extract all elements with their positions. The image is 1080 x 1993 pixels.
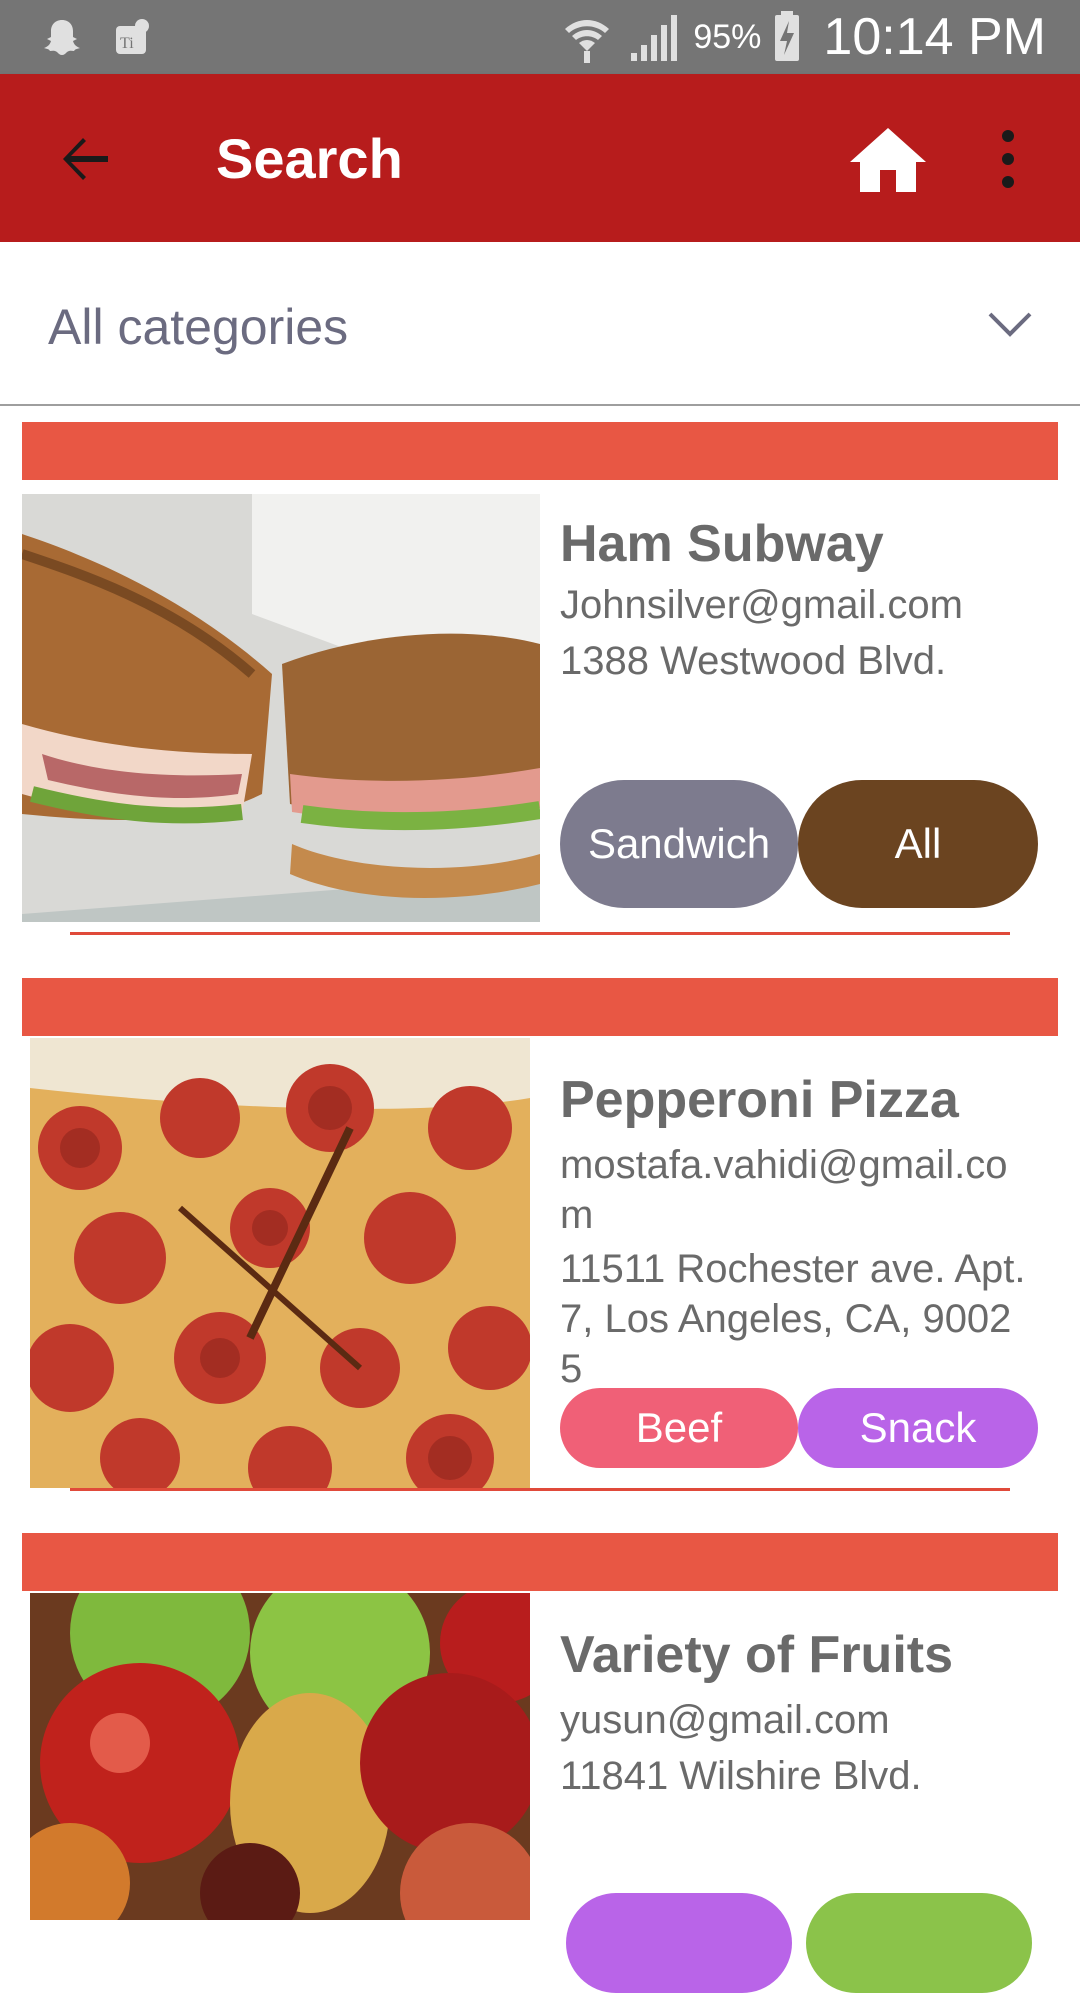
news-app-icon: Ti <box>116 19 149 54</box>
status-right-group: 95% 10:14 PM <box>559 0 1046 74</box>
card-header-bar <box>22 978 1058 1036</box>
page-title: Search <box>216 127 403 190</box>
item-divider <box>70 932 1010 935</box>
tag-sandwich[interactable]: Sandwich <box>560 780 798 908</box>
card-header-bar <box>22 1533 1058 1591</box>
tag-snack[interactable]: Snack <box>798 1388 1038 1468</box>
home-icon[interactable] <box>848 124 928 194</box>
card-header-bar <box>22 422 1058 480</box>
tag-second[interactable] <box>806 1893 1032 1993</box>
back-arrow-icon[interactable] <box>54 128 116 190</box>
tag-beef[interactable]: Beef <box>560 1388 798 1468</box>
item-email: Johnsilver@gmail.com <box>560 583 963 627</box>
item-divider <box>70 1488 1010 1491</box>
item-address: 11841 Wilshire Blvd. <box>560 1754 922 1798</box>
list-item[interactable]: Pepperoni Pizza mostafa.vahidi@gmail.com… <box>0 978 1080 1498</box>
chevron-down-icon <box>988 312 1032 337</box>
item-email: yusun@gmail.com <box>560 1698 890 1742</box>
svg-text:Ti: Ti <box>120 35 134 52</box>
item-photo-sandwich <box>22 494 540 922</box>
status-bar: Ti 95% 10:14 PM <box>0 0 1080 74</box>
list-item[interactable]: Ham Subway Johnsilver@gmail.com 1388 Wes… <box>0 422 1080 942</box>
clock: 10:14 PM <box>823 8 1046 66</box>
snapchat-ghost-icon <box>44 20 80 55</box>
item-address: 1388 Westwood Blvd. <box>560 639 947 683</box>
item-email: mostafa.vahidi@gmail.com <box>560 1143 1008 1237</box>
app-bar: Search <box>0 74 1080 242</box>
battery-percentage: 95% <box>693 17 762 56</box>
wifi-icon <box>565 20 610 63</box>
item-title: Ham Subway <box>560 515 884 573</box>
item-photo-fruits <box>30 1593 530 1920</box>
item-title: Pepperoni Pizza <box>560 1071 959 1129</box>
item-address: 11511 Rochester ave. Apt. 7, Los Angeles… <box>560 1247 1026 1391</box>
category-selected-label: All categories <box>48 299 349 355</box>
more-options-icon[interactable] <box>996 126 1020 192</box>
item-title: Variety of Fruits <box>560 1626 953 1684</box>
signal-icon <box>631 15 678 61</box>
tag-all[interactable]: All <box>798 780 1038 908</box>
battery-charging-icon <box>775 11 800 61</box>
category-dropdown[interactable]: All categories <box>0 242 1080 406</box>
list-item[interactable]: Variety of Fruits yusun@gmail.com 11841 … <box>0 1533 1080 1993</box>
item-photo-pizza <box>30 1038 530 1488</box>
tag-first[interactable] <box>566 1893 792 1993</box>
